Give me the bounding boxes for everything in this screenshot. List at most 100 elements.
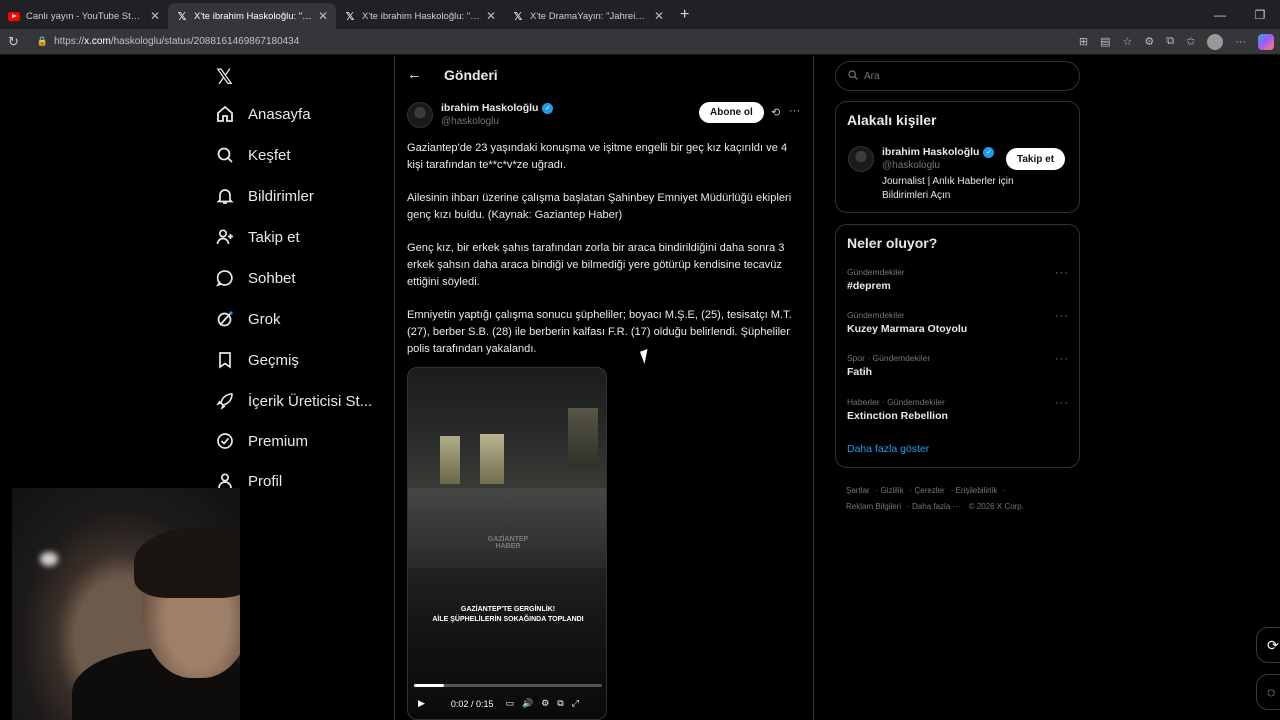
lock-icon[interactable]: 🔒 bbox=[37, 36, 48, 47]
related-name[interactable]: ibrahim Haskoloğlu bbox=[882, 146, 979, 158]
copilot-icon[interactable] bbox=[1258, 33, 1275, 50]
tab-title: X'te ibrahim Haskoloğlu: "Gaziantep bbox=[194, 10, 312, 22]
volume-icon[interactable]: 🔊 bbox=[522, 698, 533, 709]
trend-item[interactable]: Gündemdekiler Kuzey Marmara Otoyolu ··· bbox=[847, 310, 1069, 335]
close-icon[interactable]: ✕ bbox=[318, 9, 328, 23]
author-handle[interactable]: @haskologlu bbox=[441, 116, 553, 127]
tab-youtube-studio[interactable]: Canlı yayın - YouTube Studio ✕ bbox=[0, 3, 168, 29]
nav-item-bookmarks[interactable]: Geçmiş bbox=[216, 351, 299, 369]
footer-link[interactable]: Erişilebilirlik bbox=[956, 486, 998, 495]
extensions-icon[interactable]: ⚙ bbox=[1144, 35, 1154, 48]
close-icon[interactable]: ✕ bbox=[486, 9, 496, 23]
video-time: 0:02 / 0:15 bbox=[450, 698, 494, 709]
search-input[interactable]: Ara bbox=[835, 61, 1080, 91]
minimize-icon[interactable]: — bbox=[1200, 8, 1240, 22]
nav-item-follow[interactable]: Takip et bbox=[216, 228, 300, 246]
post-text: Gaziantep'de 23 yaşındaki konuşma ve işi… bbox=[407, 140, 803, 374]
footer-link[interactable]: Gizlilik bbox=[880, 486, 903, 495]
grok-icon bbox=[216, 310, 234, 328]
grok-explain-icon[interactable]: ⟲ bbox=[771, 106, 780, 119]
author-name[interactable]: ibrahim Haskoloğlu bbox=[441, 102, 538, 114]
profile-avatar[interactable] bbox=[1207, 33, 1224, 50]
nav-label: Premium bbox=[248, 432, 309, 450]
x-icon: 𝕏 bbox=[513, 10, 523, 23]
more-icon[interactable]: ··· bbox=[1235, 36, 1246, 48]
app-icon[interactable]: ⊞ bbox=[1079, 35, 1088, 48]
avatar[interactable] bbox=[407, 102, 433, 128]
settings-icon[interactable]: ⚙ bbox=[541, 698, 549, 709]
x-logo-icon[interactable]: 𝕏 bbox=[216, 65, 233, 90]
youtube-icon bbox=[8, 11, 20, 21]
footer-link[interactable]: Çerezler bbox=[914, 486, 944, 495]
favorites-icon[interactable]: ✩ bbox=[1186, 35, 1195, 48]
show-more-link[interactable]: Daha fazla göster bbox=[847, 443, 929, 455]
video-controls: ▶ 0:02 / 0:15 ▭ 🔊 ⚙ ⧉ ⤢ bbox=[418, 698, 602, 709]
reload-icon[interactable]: ↻ bbox=[8, 34, 19, 50]
nav-item-chat[interactable]: Sohbet bbox=[216, 269, 296, 287]
verified-icon: ✓ bbox=[542, 102, 554, 114]
fullscreen-icon[interactable]: ⤢ bbox=[572, 698, 579, 709]
bookmark-icon bbox=[216, 351, 234, 369]
favorite-star-icon[interactable]: ☆ bbox=[1123, 35, 1133, 48]
close-icon[interactable]: ✕ bbox=[150, 9, 160, 23]
video-frame-detail bbox=[440, 436, 460, 484]
captions-icon[interactable]: ▭ bbox=[505, 698, 514, 709]
trend-item[interactable]: Gündemdekiler #deprem ··· bbox=[847, 267, 1069, 292]
post-paragraph: Gaziantep'de 23 yaşındaki konuşma ve işi… bbox=[407, 142, 788, 171]
nav-item-creator-studio[interactable]: İçerik Üreticisi St... bbox=[216, 392, 372, 410]
messages-float-button[interactable]: ◌ bbox=[1256, 674, 1280, 710]
nav-label: Bildirimler bbox=[248, 187, 314, 205]
nav-item-explore[interactable]: Keşfet bbox=[216, 146, 291, 164]
footer-link[interactable]: Şartlar bbox=[846, 486, 870, 495]
post-header: ← Gönderi bbox=[407, 66, 498, 83]
trend-name: Fatih bbox=[847, 366, 873, 378]
grok-icon: ⟳ bbox=[1267, 636, 1279, 653]
nav-item-home[interactable]: Anasayfa bbox=[216, 105, 311, 123]
maximize-icon[interactable]: ❐ bbox=[1240, 8, 1280, 22]
related-bio: Journalist | Anlık Haberler için Bildiri… bbox=[882, 176, 1014, 201]
webcam-detail bbox=[134, 528, 240, 598]
more-options-icon[interactable]: ··· bbox=[1055, 353, 1069, 365]
pip-icon[interactable]: ⧉ bbox=[557, 698, 563, 709]
tab-x-post-2[interactable]: 𝕏 X'te ibrahim Haskoloğlu: "Türkiye' ✕ bbox=[336, 3, 504, 29]
post-paragraph: Ailesinin ihbarı üzerine çalışma başlata… bbox=[407, 192, 792, 221]
footer-link[interactable]: Daha fazla ··· bbox=[912, 502, 960, 511]
split-screen-icon[interactable]: ⧉ bbox=[1166, 35, 1174, 48]
grok-float-button[interactable]: ⟳ bbox=[1256, 627, 1280, 663]
nav-label: Profil bbox=[248, 472, 283, 490]
video-frame-detail bbox=[480, 434, 504, 484]
reader-icon[interactable]: ▤ bbox=[1100, 35, 1110, 48]
back-arrow-icon[interactable]: ← bbox=[407, 66, 422, 83]
tab-x-post-3[interactable]: 𝕏 X'te DramaYayın: "Jahrein, kendisini ✕ bbox=[504, 3, 672, 29]
more-options-icon[interactable]: ··· bbox=[1055, 267, 1069, 279]
nav-item-premium[interactable]: Premium bbox=[216, 432, 308, 450]
follow-button[interactable]: Takip et bbox=[1006, 148, 1066, 170]
nav-item-grok[interactable]: Grok bbox=[216, 310, 281, 328]
new-tab-icon[interactable]: + bbox=[680, 6, 689, 24]
tab-x-post-active[interactable]: 𝕏 X'te ibrahim Haskoloğlu: "Gaziantep ✕ bbox=[168, 3, 336, 29]
rocket-icon bbox=[216, 392, 234, 410]
bell-icon bbox=[216, 187, 234, 205]
video-player[interactable]: GAZİANTEP HABER GAZİANTEP'TE GERGİNLİK! … bbox=[407, 367, 607, 720]
video-watermark: GAZİANTEP HABER bbox=[487, 536, 529, 550]
post-paragraph: Emniyetin yaptığı çalışma sonucu şüpheli… bbox=[407, 309, 792, 355]
nav-item-notifications[interactable]: Bildirimler bbox=[216, 187, 314, 205]
close-icon[interactable]: ✕ bbox=[654, 9, 664, 23]
avatar[interactable] bbox=[848, 146, 874, 172]
subscribe-button[interactable]: Abone ol bbox=[699, 102, 764, 123]
video-caption: GAZİANTEP'TE GERGİNLİK! AİLE ŞÜPHELİLERİ… bbox=[408, 605, 606, 625]
verified-badge-icon bbox=[216, 432, 234, 450]
browser-toolbar: ⊞ ▤ ☆ ⚙ ⧉ ✩ ··· bbox=[1079, 33, 1275, 50]
video-progress-bar[interactable] bbox=[414, 684, 602, 687]
address-bar[interactable]: 🔒 https://x.com/haskologlu/status/208816… bbox=[29, 32, 1039, 52]
post-author[interactable]: ibrahim Haskoloğlu ✓ @haskologlu bbox=[407, 102, 554, 128]
url-path: /haskologlu/status/2088161469867180434 bbox=[110, 36, 300, 47]
more-options-icon[interactable]: ··· bbox=[1055, 397, 1069, 409]
trend-item[interactable]: Haberler · Gündemdekiler Extinction Rebe… bbox=[847, 397, 1069, 422]
footer-links: Şartlar · Gizlilik · Çerezler · Erişilebili… bbox=[846, 486, 1024, 511]
more-options-icon[interactable]: ··· bbox=[1055, 310, 1069, 322]
footer-link[interactable]: Reklam Bilgileri bbox=[846, 502, 901, 511]
more-options-icon[interactable]: ··· bbox=[789, 105, 800, 117]
trend-item[interactable]: Spor · Gündemdekiler Fatih ··· bbox=[847, 353, 1069, 378]
play-icon[interactable]: ▶ bbox=[418, 698, 425, 709]
